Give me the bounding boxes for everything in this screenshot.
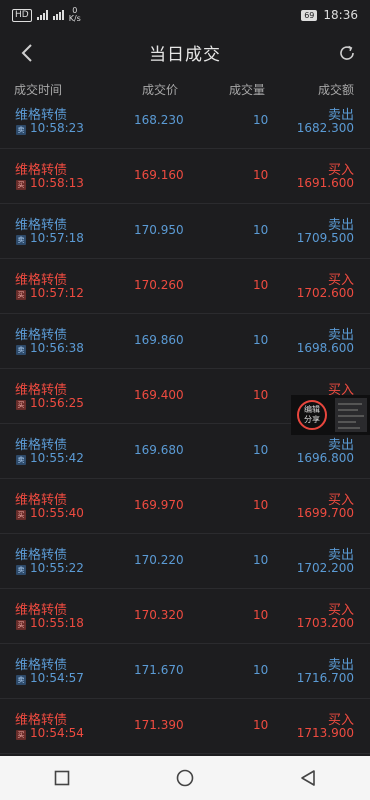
square-icon <box>54 770 69 786</box>
trade-row: 维格转债 卖 10:54:57 171.670 10 卖出 1716.700 <box>0 644 370 699</box>
trade-volume: 10 <box>253 168 269 182</box>
trade-time: 10:54:54 <box>30 726 84 740</box>
trade-row: 维格转债 买 10:55:40 169.970 10 买入 1699.700 <box>0 479 370 534</box>
trade-volume: 10 <box>253 223 269 237</box>
trade-volume: 10 <box>253 718 269 732</box>
back-button[interactable] <box>12 38 42 68</box>
trade-price: 169.160 <box>134 168 184 182</box>
network-speed: 0 K/s <box>68 6 81 23</box>
trade-amount: 1716.700 <box>296 671 354 685</box>
side-badge: 卖 <box>16 455 26 465</box>
trade-volume: 10 <box>253 663 269 677</box>
trade-price: 169.860 <box>134 333 184 347</box>
side-badge: 卖 <box>16 565 26 575</box>
trade-time: 10:55:18 <box>30 616 84 630</box>
trade-price: 169.970 <box>134 498 184 512</box>
edit-share-button[interactable]: 编辑 分享 <box>297 400 327 430</box>
trade-time: 10:57:12 <box>30 286 84 300</box>
recent-apps-button[interactable] <box>42 758 82 798</box>
side-badge: 买 <box>16 620 26 630</box>
share-line-2: 分享 <box>304 415 320 424</box>
trade-time: 10:57:18 <box>30 231 84 245</box>
trade-time: 10:54:57 <box>30 671 84 685</box>
trade-amount: 1682.300 <box>296 121 354 135</box>
trade-amount: 1702.600 <box>296 286 354 300</box>
trade-row: 维格转债 卖 10:57:18 170.950 10 卖出 1709.500 <box>0 204 370 259</box>
hd-indicator: HD <box>12 8 32 22</box>
trade-amount: 1691.600 <box>296 176 354 190</box>
side-badge: 卖 <box>16 235 26 245</box>
trade-row: 维格转债 卖 10:58:23 168.230 10 卖出 1682.300 <box>0 94 370 149</box>
trade-price: 169.680 <box>134 443 184 457</box>
home-button[interactable] <box>165 758 205 798</box>
trade-amount: 1702.200 <box>296 561 354 575</box>
trade-volume: 10 <box>253 553 269 567</box>
trade-row: 维格转债 卖 10:56:38 169.860 10 卖出 1698.600 <box>0 314 370 369</box>
side-badge: 买 <box>16 180 26 190</box>
trade-time: 10:55:40 <box>30 506 84 520</box>
chevron-left-icon <box>21 44 32 62</box>
trade-price: 170.950 <box>134 223 184 237</box>
share-line-1: 编辑 <box>304 405 320 414</box>
trade-time: 10:58:23 <box>30 121 84 135</box>
wifi-signal-icon <box>52 10 64 20</box>
screenshot-thumbnail[interactable] <box>335 398 367 432</box>
side-badge: 卖 <box>16 125 26 135</box>
side-badge: 买 <box>16 290 26 300</box>
trade-time: 10:56:25 <box>30 396 84 410</box>
side-badge: 买 <box>16 510 26 520</box>
page-title: 当日成交 <box>149 44 221 65</box>
trade-volume: 10 <box>253 278 269 292</box>
trade-price: 168.230 <box>134 113 184 127</box>
battery-icon: 69 <box>301 9 318 21</box>
circle-icon <box>176 769 194 787</box>
trade-time: 10:55:42 <box>30 451 84 465</box>
trade-amount: 1699.700 <box>296 506 354 520</box>
nav-back-button[interactable] <box>288 758 328 798</box>
trade-volume: 10 <box>253 388 269 402</box>
status-bar: HD 0 K/s 69 18:36 <box>0 0 370 30</box>
trade-volume: 10 <box>253 498 269 512</box>
refresh-icon <box>340 45 354 60</box>
side-badge: 卖 <box>16 675 26 685</box>
header: 当日成交 <box>0 30 370 74</box>
trade-amount: 1696.800 <box>296 451 354 465</box>
trade-amount: 1698.600 <box>296 341 354 355</box>
triangle-back-icon <box>301 770 316 786</box>
trade-amount: 1703.200 <box>296 616 354 630</box>
trade-volume: 10 <box>253 113 269 127</box>
trade-volume: 10 <box>253 608 269 622</box>
side-badge: 卖 <box>16 345 26 355</box>
signal-icon <box>36 10 48 20</box>
trade-row: 维格转债 买 10:58:13 169.160 10 买入 1691.600 <box>0 149 370 204</box>
trade-row: 维格转债 买 10:57:12 170.260 10 买入 1702.600 <box>0 259 370 314</box>
trade-price: 170.260 <box>134 278 184 292</box>
trade-time: 10:56:38 <box>30 341 84 355</box>
system-nav-bar <box>0 756 370 800</box>
trade-row: 维格转债 买 10:55:18 170.320 10 买入 1703.200 <box>0 589 370 644</box>
trade-price: 171.670 <box>134 663 184 677</box>
trade-price: 171.390 <box>134 718 184 732</box>
refresh-button[interactable] <box>332 38 362 68</box>
trade-price: 169.400 <box>134 388 184 402</box>
side-badge: 买 <box>16 400 26 410</box>
trade-row: 维格转债 卖 10:55:22 170.220 10 卖出 1702.200 <box>0 534 370 589</box>
trade-row: 维格转债 买 10:54:54 171.390 10 买入 1713.900 <box>0 699 370 754</box>
trade-price: 170.220 <box>134 553 184 567</box>
trade-volume: 10 <box>253 333 269 347</box>
floating-share-widget[interactable]: 编辑 分享 <box>291 395 370 435</box>
trade-amount: 1713.900 <box>296 726 354 740</box>
trade-price: 170.320 <box>134 608 184 622</box>
trade-time: 10:55:22 <box>30 561 84 575</box>
side-badge: 买 <box>16 730 26 740</box>
trade-volume: 10 <box>253 443 269 457</box>
clock: 18:36 <box>323 8 358 22</box>
trade-amount: 1709.500 <box>296 231 354 245</box>
trade-time: 10:58:13 <box>30 176 84 190</box>
